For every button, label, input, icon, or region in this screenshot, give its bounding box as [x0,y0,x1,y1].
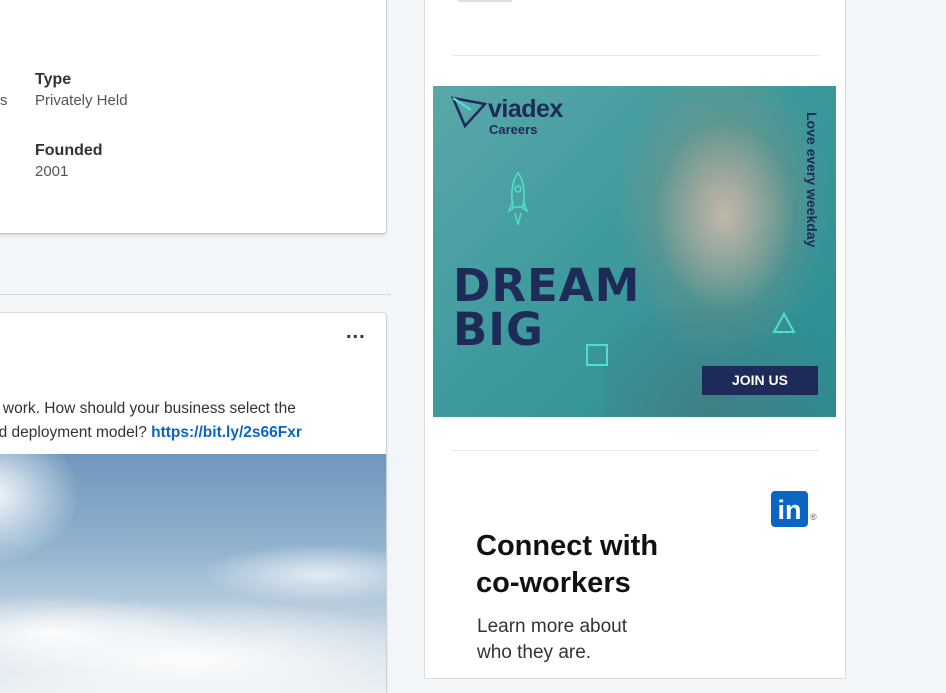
ad-brand: viadex [488,95,563,123]
ad-brand-sub: Careers [489,122,538,137]
join-us-button[interactable]: JOIN US [702,366,818,395]
ad-tagline: Love every weekday [804,112,820,248]
founded-value: 2001 [35,163,69,180]
promo-title: Connect with co-workers [476,528,658,602]
viadex-logo-icon [451,96,487,128]
ad-headline: DREAM BIG [453,259,641,356]
triangle-outline-icon [772,312,796,333]
promo-text-line-2: who they are. [477,642,592,663]
section-divider [0,294,391,295]
post-text-line-1: e work. How should your business select … [0,400,296,417]
linkedin-logo-icon[interactable]: in [771,491,808,527]
clipped-detail-text: s [0,92,8,109]
promo-description: Learn more about who they are. [477,614,627,666]
type-value: Privately Held [35,92,128,109]
founded-label: Founded [35,142,103,159]
more-options-button[interactable]: ... [346,321,366,344]
sidebar-divider-2 [452,450,819,451]
sidebar-divider [452,55,819,56]
promo-text-line-1: Learn more about [477,616,627,637]
promo-title-line-1: Connect with [476,530,659,562]
ad-headline-line-1: DREAM [453,259,641,312]
sidebar-top-edge [458,0,512,2]
post-text-line-2-text: nd deployment model? [0,424,147,441]
company-about-card: s Type Privately Held Founded 2001 [0,0,386,233]
post-link[interactable]: https://bit.ly/2s66Fxr [151,424,302,441]
post-image-sky[interactable] [0,454,386,693]
type-label: Type [35,71,72,88]
rocket-icon [507,171,529,226]
viadex-ad-banner[interactable]: viadex Careers Love every weekday DREAM … [433,86,836,417]
promo-title-line-2: co-workers [476,567,631,599]
ad-headline-line-2: BIG [453,303,544,356]
post-card: ... e work. How should your business sel… [0,313,386,693]
registered-mark: ® [810,512,817,522]
post-text-line-2: nd deployment model? https://bit.ly/2s66… [0,424,302,442]
square-outline-icon [586,344,608,366]
